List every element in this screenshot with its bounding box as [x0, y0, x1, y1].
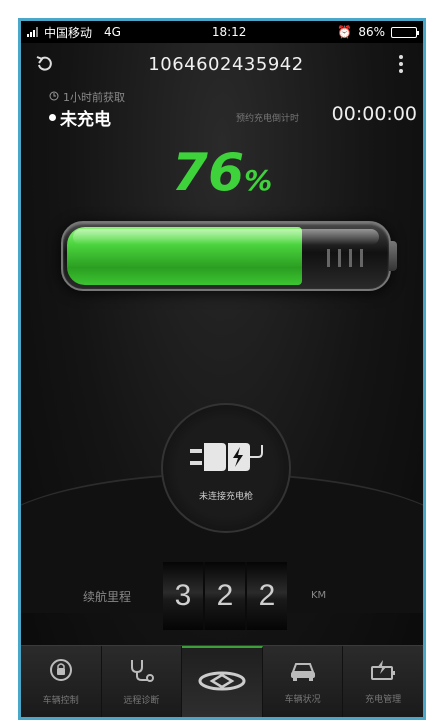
plug-status-label: 未连接充电枪 [198, 491, 253, 502]
network-type: 4G [104, 25, 121, 39]
battery-body [61, 221, 391, 291]
vehicle-control-icon [48, 657, 74, 687]
battery-cap [389, 241, 397, 271]
range-label: 续航里程 [83, 590, 132, 604]
charging-plug-icon [186, 435, 266, 483]
countdown-value: 00:00:00 [331, 103, 417, 125]
tab-label: 远程诊断 [123, 696, 160, 706]
percent-number: 76 [171, 143, 245, 203]
battery-slots [327, 249, 363, 267]
brand-logo-icon [197, 669, 247, 697]
carrier-name: 中国移动 [44, 25, 93, 40]
range-digits: 3 2 2 [163, 562, 287, 630]
status-bar: 中国移动 4G 18:12 ⏰ 86% [21, 21, 423, 43]
bottom-tab-bar: 车辆控制 远程诊断 车辆状况 充电管理 [21, 645, 423, 717]
fetched-time: 1小时前获取 [49, 89, 125, 105]
range-digit: 2 [205, 562, 245, 630]
app-frame: 中国移动 4G 18:12 ⏰ 86% 1064602435942 1小时前获取… [18, 18, 426, 720]
status-dot-icon [49, 114, 56, 121]
tab-vehicle-control[interactable]: 车辆控制 [21, 646, 102, 717]
refresh-back-icon[interactable] [33, 52, 57, 76]
tab-label: 车辆状况 [284, 695, 321, 705]
battery-percent: 86% [358, 25, 385, 39]
charge-state-text: 未充电 [60, 110, 111, 130]
plug-status: 未连接充电枪 [161, 403, 291, 533]
range-digit: 3 [163, 562, 203, 630]
percent-unit: % [244, 164, 273, 197]
range-digit: 2 [247, 562, 287, 630]
clock-icon [49, 91, 59, 104]
countdown-label: 预约充电倒计时 [235, 114, 299, 124]
app-screen: 中国移动 4G 18:12 ⏰ 86% 1064602435942 1小时前获取… [21, 21, 423, 717]
app-header: 1064602435942 [21, 43, 423, 85]
vehicle-id-title: 1064602435942 [148, 53, 304, 75]
tab-charging-management[interactable]: 充电管理 [343, 646, 423, 717]
battery-percentage: 76% [21, 139, 423, 207]
tab-label: 车辆控制 [42, 696, 79, 706]
tab-remote-diagnosis[interactable]: 远程诊断 [102, 646, 183, 717]
status-time: 18:12 [211, 25, 247, 39]
tab-home-logo[interactable] [182, 646, 263, 717]
alarm-icon: ⏰ [337, 25, 353, 39]
charge-state: 未充电 [49, 105, 111, 130]
charging-management-icon [369, 658, 397, 686]
remote-diagnosis-icon [126, 657, 156, 687]
tab-label: 充电管理 [365, 695, 402, 705]
vehicle-status-icon [288, 658, 318, 686]
range-odometer: 续航里程 3 2 2 KM [21, 556, 423, 636]
battery-gauge [21, 207, 423, 307]
battery-icon [390, 26, 419, 38]
range-unit: KM [311, 590, 327, 601]
fetched-text: 1小时前获取 [63, 91, 125, 104]
more-menu-icon[interactable] [395, 55, 407, 73]
charge-info: 1小时前获取 未充电 预约充电倒计时 00:00:00 [21, 85, 423, 139]
tab-vehicle-status[interactable]: 车辆状况 [263, 646, 344, 717]
signal-icon [27, 27, 38, 37]
